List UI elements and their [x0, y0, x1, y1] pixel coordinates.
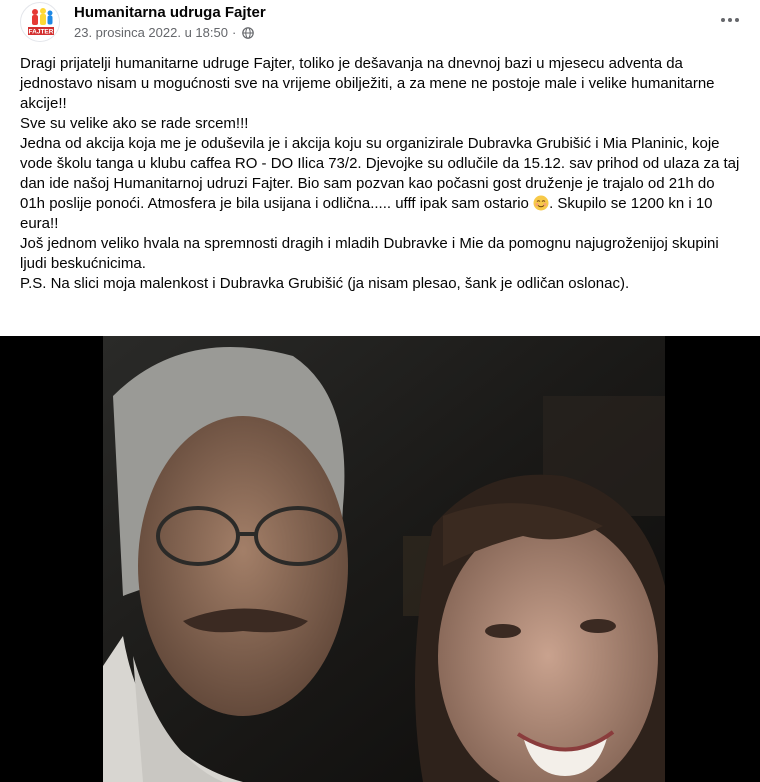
- post-paragraph: Još jednom veliko hvala na spremnosti dr…: [20, 235, 719, 272]
- post-timestamp[interactable]: 23. prosinca 2022. u 18:50: [74, 25, 228, 40]
- globe-icon: [242, 26, 255, 39]
- post-meta: 23. prosinca 2022. u 18:50 ·: [74, 25, 255, 40]
- post-body: Dragi prijatelji humanitarne udruge Fajt…: [20, 54, 740, 294]
- post-paragraph: Sve su velike ako se rade srcem!!!: [20, 115, 249, 132]
- post-paragraph: P.S. Na slici moja malenkost i Dubravka …: [20, 275, 630, 292]
- page-name-link[interactable]: Humanitarna udruga Fajter: [74, 4, 266, 21]
- more-options-icon: [721, 18, 739, 22]
- meta-separator: ·: [231, 25, 237, 40]
- post-paragraph: Jedna od akcija koja me je oduševila je …: [20, 134, 740, 234]
- fajter-logo-icon: FAJTER: [22, 4, 59, 41]
- post-photo-container[interactable]: [0, 336, 760, 782]
- post-paragraph: Dragi prijatelji humanitarne udruge Fajt…: [20, 55, 715, 112]
- selfie-photo-image: [103, 336, 665, 782]
- smiling-face-emoji-icon: [533, 195, 549, 211]
- post-header: FAJTER Humanitarna udruga Fajter 23. pro…: [0, 0, 760, 50]
- page-avatar[interactable]: FAJTER: [20, 2, 60, 42]
- more-options-button[interactable]: [714, 8, 746, 32]
- svg-text:FAJTER: FAJTER: [29, 29, 54, 36]
- post-photo[interactable]: [103, 336, 665, 782]
